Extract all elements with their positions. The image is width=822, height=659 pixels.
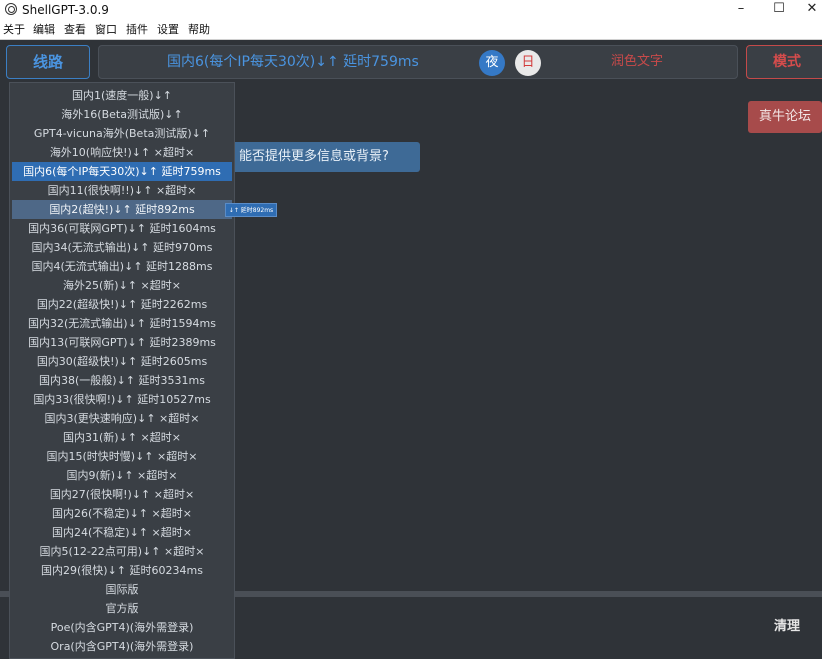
- route-option[interactable]: 国内4(无流式输出)↓↑ 延时1288ms: [12, 257, 232, 276]
- route-option[interactable]: 国内30(超级快!)↓↑ 延时2605ms: [12, 352, 232, 371]
- route-option[interactable]: 海外10(响应快!)↓↑ ×超时×: [12, 143, 232, 162]
- route-option[interactable]: 国内13(可联网GPT)↓↑ 延时2389ms: [12, 333, 232, 352]
- route-option[interactable]: 海外25(新)↓↑ ×超时×: [12, 276, 232, 295]
- status-panel: 国内6(每个IP每天30次)↓↑ 延时759ms 夜 日 润色文字: [98, 45, 738, 79]
- route-option[interactable]: Ora(内含GPT4)(海外需登录): [12, 637, 232, 656]
- menu-settings[interactable]: 设置: [157, 22, 179, 37]
- route-dropdown: 国内1(速度一般)↓↑ 海外16(Beta测试版)↓↑ GPT4-vicuna海外(…: [9, 82, 235, 659]
- menu-edit[interactable]: 编辑: [33, 22, 55, 37]
- menu-view[interactable]: 查看: [64, 22, 86, 37]
- assistant-message: 能否提供更多信息或背景?: [232, 142, 420, 172]
- route-option[interactable]: 国内9(新)↓↑ ×超时×: [12, 466, 232, 485]
- route-option[interactable]: 官方版: [12, 599, 232, 618]
- menu-window[interactable]: 窗口: [95, 22, 117, 37]
- route-option[interactable]: GPT4-vicuna海外(Beta测试版)↓↑: [12, 124, 232, 143]
- toolbar: 线路 国内6(每个IP每天30次)↓↑ 延时759ms 夜 日 润色文字 模式: [0, 40, 822, 86]
- forum-button[interactable]: 真牛论坛: [748, 101, 822, 133]
- close-button[interactable]: ✕: [795, 0, 822, 20]
- route-option[interactable]: 海外16(Beta测试版)↓↑: [12, 105, 232, 124]
- route-tooltip: ↓↑ 延时892ms: [225, 203, 277, 217]
- route-option[interactable]: 国内32(无流式输出)↓↑ 延时1594ms: [12, 314, 232, 333]
- maximize-button[interactable]: ☐: [762, 0, 796, 20]
- route-option[interactable]: 国际版: [12, 580, 232, 599]
- route-option[interactable]: 国内5(12-22点可用)↓↑ ×超时×: [12, 542, 232, 561]
- menu-help[interactable]: 帮助: [188, 22, 210, 37]
- window-title: ShellGPT-3.0.9: [22, 3, 109, 17]
- route-option[interactable]: Poe(内含GPT4)(海外需登录): [12, 618, 232, 637]
- menu-plugins[interactable]: 插件: [126, 22, 148, 37]
- night-mode-button[interactable]: 夜: [479, 50, 505, 76]
- menu-about[interactable]: 关于: [3, 22, 25, 37]
- route-option[interactable]: 国内34(无流式输出)↓↑ 延时970ms: [12, 238, 232, 257]
- clear-button[interactable]: 清理: [774, 615, 800, 634]
- route-option[interactable]: 国内38(一般般)↓↑ 延时3531ms: [12, 371, 232, 390]
- route-option[interactable]: 国内24(不稳定)↓↑ ×超时×: [12, 523, 232, 542]
- app-logo-icon: [5, 3, 17, 15]
- route-option[interactable]: 国内11(很快啊!!)↓↑ ×超时×: [12, 181, 232, 200]
- route-option[interactable]: 国内36(可联网GPT)↓↑ 延时1604ms: [12, 219, 232, 238]
- route-option[interactable]: 国内33(很快啊!)↓↑ 延时10527ms: [12, 390, 232, 409]
- route-option[interactable]: 国内2(超快!)↓↑ 延时892ms: [12, 200, 232, 219]
- route-select-button[interactable]: 线路: [6, 45, 90, 79]
- route-option[interactable]: 国内6(每个IP每天30次)↓↑ 延时759ms: [12, 162, 232, 181]
- route-option[interactable]: 国内1(速度一般)↓↑: [12, 86, 232, 105]
- route-option[interactable]: 国内31(新)↓↑ ×超时×: [12, 428, 232, 447]
- menu-bar: 关于 编辑 查看 窗口 插件 设置 帮助: [0, 20, 822, 40]
- route-option[interactable]: 国内22(超级快!)↓↑ 延时2262ms: [12, 295, 232, 314]
- mode-button[interactable]: 模式: [746, 45, 822, 79]
- route-status-text: 国内6(每个IP每天30次)↓↑ 延时759ms: [167, 54, 419, 70]
- day-mode-button[interactable]: 日: [515, 50, 541, 76]
- route-option[interactable]: 国内3(更快速响应)↓↑ ×超时×: [12, 409, 232, 428]
- route-option[interactable]: 国内29(很快)↓↑ 延时60234ms: [12, 561, 232, 580]
- title-bar: ShellGPT-3.0.9 – ☐ ✕: [0, 0, 822, 20]
- minimize-button[interactable]: –: [724, 0, 758, 20]
- route-option[interactable]: 国内26(不稳定)↓↑ ×超时×: [12, 504, 232, 523]
- route-option[interactable]: 国内27(很快啊!)↓↑ ×超时×: [12, 485, 232, 504]
- route-option[interactable]: 国内15(时快时慢)↓↑ ×超时×: [12, 447, 232, 466]
- polish-text-button[interactable]: 润色文字: [611, 46, 663, 78]
